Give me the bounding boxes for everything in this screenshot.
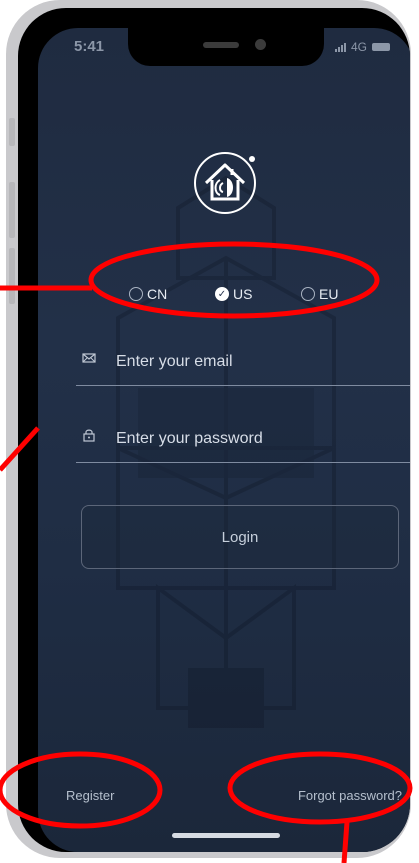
front-camera [255,39,266,50]
password-underline [76,462,410,463]
volume-up-button [9,182,15,238]
radio-unchecked-icon[interactable] [301,287,315,301]
register-link[interactable]: Register [66,788,114,803]
password-input[interactable] [114,418,398,460]
email-field [76,341,410,386]
region-option-eu[interactable]: EU [301,286,338,302]
phone-frame: 5:41 4G CN ✓ US EU Enter your email Logi… [6,0,411,858]
status-time: 5:41 [74,38,105,55]
radio-checked-icon[interactable]: ✓ [215,287,229,301]
notch [128,28,324,66]
signal-icon [334,42,346,52]
email-input[interactable] [114,341,398,383]
app-screen: 5:41 4G CN ✓ US EU Enter your email Logi… [38,28,410,852]
forgot-password-link[interactable]: Forgot password? [298,788,402,803]
home-indicator[interactable] [172,833,280,838]
battery-icon [372,43,390,51]
email-underline [76,385,410,386]
lock-icon [83,429,95,442]
region-label-us: US [233,286,253,302]
volume-down-button [9,248,15,304]
phone-bezel: 5:41 4G CN ✓ US EU Enter your email Logi… [18,8,410,852]
radio-unchecked-icon[interactable] [129,287,143,301]
mute-switch [9,118,15,146]
login-button[interactable]: Login [81,505,399,569]
status-indicators: 4G [334,40,390,54]
speaker-grille [203,42,239,48]
mail-icon [82,353,96,363]
region-label-eu: EU [319,286,339,302]
network-label: 4G [350,40,367,54]
password-field [76,418,410,463]
region-selector: CN ✓ US EU [38,286,410,306]
region-option-cn[interactable]: CN [129,286,167,302]
app-logo-icon [194,152,256,214]
region-label-cn: CN [147,286,168,302]
region-option-us[interactable]: ✓ US [215,286,252,302]
